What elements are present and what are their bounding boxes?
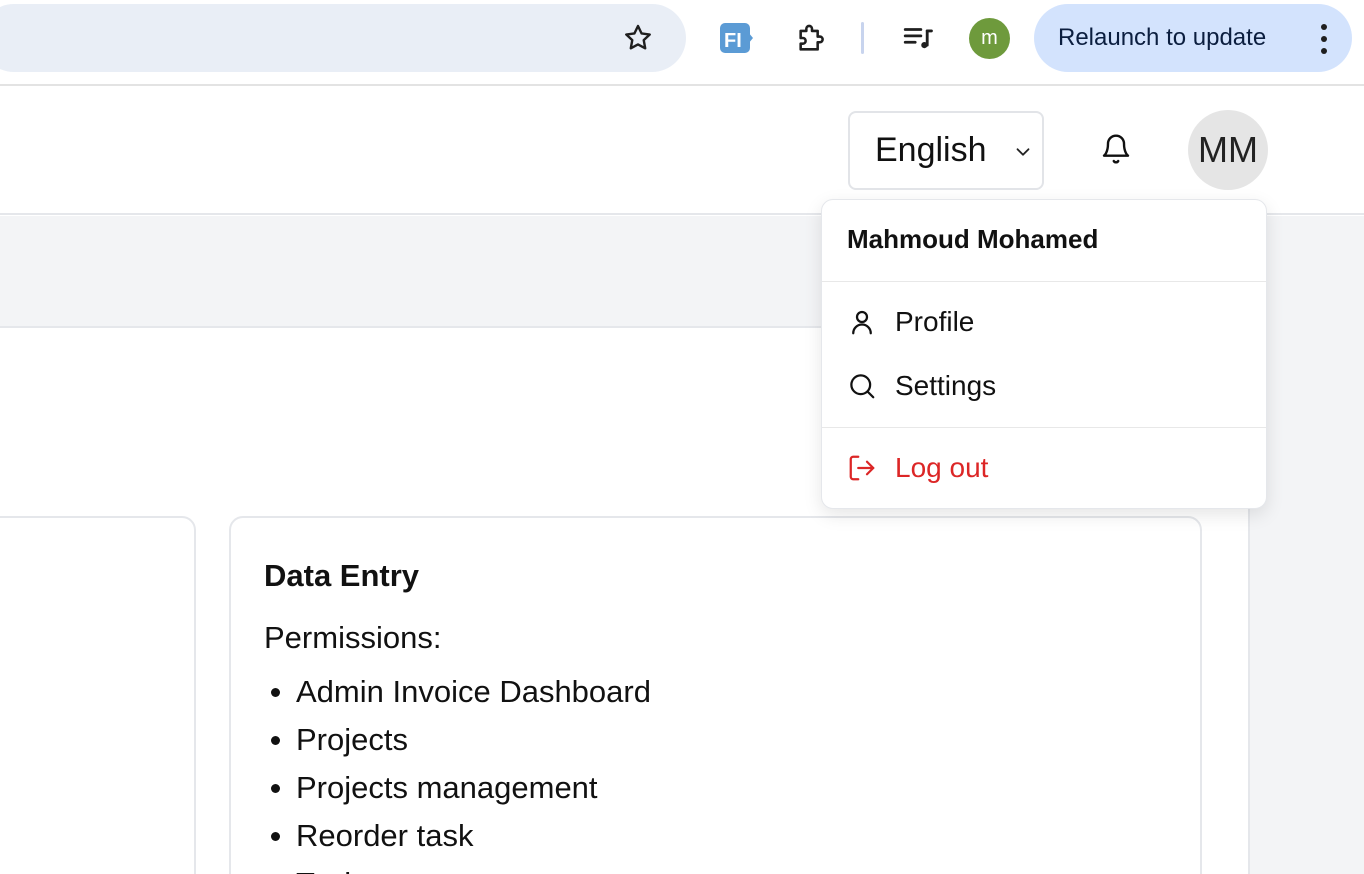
user-icon bbox=[846, 306, 878, 338]
browser-profile-avatar[interactable]: m bbox=[969, 18, 1010, 59]
media-queue-icon bbox=[903, 28, 933, 49]
search-icon bbox=[846, 370, 878, 402]
more-vert-icon bbox=[1320, 24, 1328, 54]
bell-icon bbox=[1102, 134, 1130, 164]
user-name: Mahmoud Mohamed bbox=[847, 224, 1099, 254]
star-icon bbox=[625, 24, 651, 50]
relaunch-label: Relaunch to update bbox=[1058, 24, 1267, 51]
menu-item-settings[interactable]: Settings bbox=[822, 358, 1266, 414]
menu-item-label: Log out bbox=[895, 452, 989, 483]
permission-item: Admin Invoice Dashboard bbox=[264, 668, 1200, 716]
toolbar-divider bbox=[861, 22, 864, 54]
menu-divider bbox=[822, 281, 1266, 282]
fi-extension-button[interactable]: FI bbox=[716, 18, 756, 58]
browser-toolbar: FI m Relaunch to update bbox=[0, 0, 1364, 86]
media-controls-button[interactable] bbox=[896, 16, 940, 60]
menu-item-label: Profile bbox=[895, 306, 975, 337]
menu-item-profile[interactable]: Profile bbox=[822, 294, 1266, 350]
permission-item: Projects bbox=[264, 716, 1200, 764]
language-select-value: English bbox=[875, 131, 987, 169]
address-bar[interactable] bbox=[0, 4, 686, 72]
role-title: Data Entry bbox=[264, 558, 420, 593]
user-avatar-button[interactable]: MM bbox=[1188, 110, 1268, 190]
logout-icon bbox=[846, 452, 878, 484]
permission-item: Tasks bbox=[264, 860, 1200, 874]
relaunch-to-update-button[interactable]: Relaunch to update bbox=[1034, 4, 1352, 72]
role-card-data-entry: Data Entry Permissions: Admin Invoice Da… bbox=[229, 516, 1202, 874]
fi-extension-icon: FI bbox=[720, 23, 753, 53]
user-dropdown-menu: Mahmoud Mohamed Profile Settings Log out bbox=[821, 199, 1267, 509]
extensions-button[interactable] bbox=[790, 16, 834, 60]
bookmark-star-button[interactable] bbox=[616, 16, 660, 60]
svg-text:FI: FI bbox=[724, 30, 742, 52]
language-select[interactable]: English bbox=[848, 111, 1044, 190]
notifications-button[interactable] bbox=[1094, 127, 1138, 171]
role-card-partial bbox=[0, 516, 196, 874]
menu-item-logout[interactable]: Log out bbox=[822, 440, 1266, 496]
permission-item: Reorder task bbox=[264, 812, 1200, 860]
menu-item-label: Settings bbox=[895, 370, 997, 401]
permissions-list: Admin Invoice Dashboard Projects Project… bbox=[264, 668, 1200, 874]
menu-divider bbox=[822, 427, 1266, 428]
permission-item: Projects management bbox=[264, 764, 1200, 812]
chevron-down-icon bbox=[1016, 148, 1030, 156]
puzzle-icon bbox=[799, 24, 824, 51]
app-header: English MM bbox=[0, 87, 1364, 215]
permissions-label: Permissions: bbox=[264, 620, 442, 655]
